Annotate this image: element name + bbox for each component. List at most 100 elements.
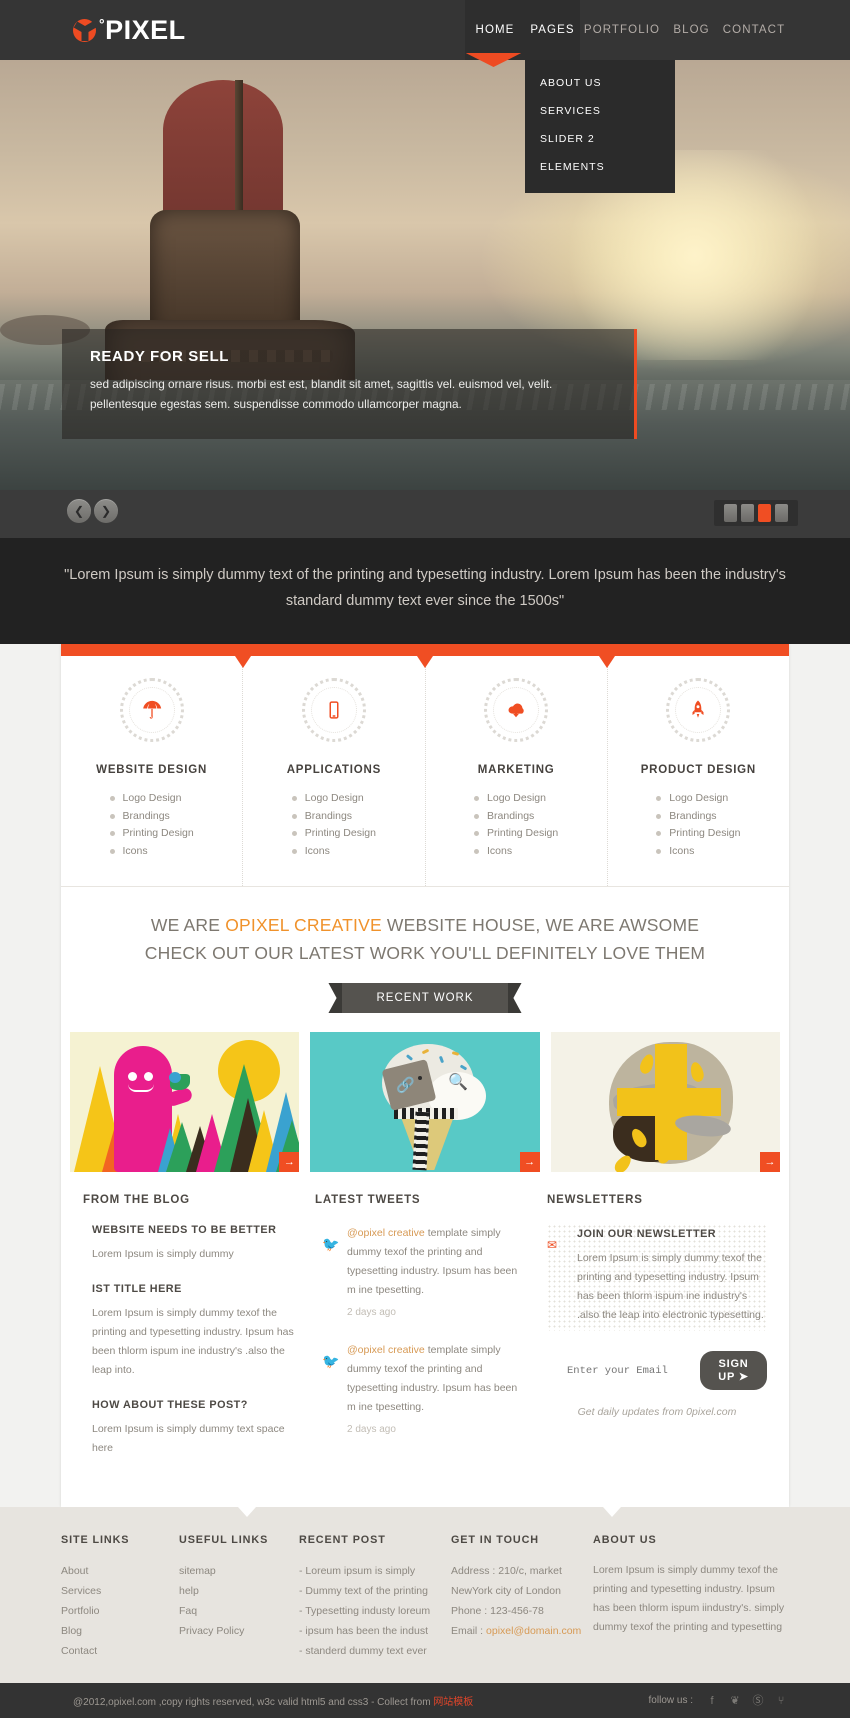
footer-phone: Phone : 123-456-78 <box>451 1605 544 1617</box>
portfolio-more-button[interactable]: → <box>519 1152 540 1172</box>
quote-text: "Lorem Ipsum is simply dummy text of the… <box>64 567 786 609</box>
magnifier-icon[interactable]: 🔍 <box>448 1072 468 1092</box>
blog-post[interactable]: WEBSITE NEEDS TO BE BETTER Lorem Ipsum i… <box>92 1224 295 1264</box>
service-list: Logo Design Brandings Printing Design Ic… <box>656 790 740 860</box>
portfolio-item-mountains[interactable]: → <box>70 1032 300 1172</box>
footer-link[interactable]: Contact <box>61 1641 179 1661</box>
headline-text: WE ARE OPIXEL CREATIVE WEBSITE HOUSE, WE… <box>121 911 729 967</box>
nav-item-contact[interactable]: CONTACT <box>719 0 789 60</box>
footer-column-useful-links: USEFUL LINKS sitemap help Faq Privacy Po… <box>179 1534 299 1661</box>
footer-link[interactable]: About <box>61 1561 179 1581</box>
service-list-item[interactable]: Logo Design <box>474 790 558 808</box>
tweet-item: 🐦 @opixel creative template simply dummy… <box>315 1341 527 1435</box>
service-card-product-design[interactable]: PRODUCT DESIGN Logo Design Brandings Pri… <box>608 656 789 886</box>
service-list-item[interactable]: Brandings <box>291 808 376 826</box>
stumbleupon-icon[interactable]: Ⓢ <box>751 1694 765 1708</box>
dropdown-item-about-us[interactable]: ABOUT US <box>525 69 675 97</box>
portfolio-grid: → 🔗 🔍 → → <box>61 1013 789 1172</box>
newsletter-box: ✉ JOIN OUR NEWSLETTER Lorem Ipsum is sim… <box>547 1224 767 1331</box>
service-list-item[interactable]: Logo Design <box>109 790 194 808</box>
portfolio-more-button[interactable]: → <box>279 1152 300 1172</box>
footer-link[interactable]: sitemap <box>179 1561 299 1581</box>
service-list-item[interactable]: Printing Design <box>656 825 740 843</box>
footer-link[interactable]: Services <box>61 1581 179 1601</box>
newsletter-email-input[interactable] <box>567 1364 700 1377</box>
slider-dot-1[interactable] <box>724 504 737 522</box>
service-list-item[interactable]: Logo Design <box>291 790 376 808</box>
nav-item-blog[interactable]: BLOG <box>664 0 719 60</box>
twitter-icon[interactable]: ❦ <box>728 1694 742 1708</box>
slider-dot-3-active[interactable] <box>758 504 771 522</box>
footer-link[interactable]: Privacy Policy <box>179 1621 299 1641</box>
blog-post-text: Lorem Ipsum is simply dummy text space h… <box>92 1423 285 1454</box>
copyright-bar: @2012,opixel.com ,copy rights reserved, … <box>0 1683 850 1718</box>
cloud-download-icon <box>484 678 549 742</box>
newsletter-section-title: NEWSLETTERS <box>547 1194 643 1206</box>
follow-us-label: follow us : <box>648 1695 693 1706</box>
chevron-right-icon[interactable]: ❯ <box>94 499 118 523</box>
service-list-item[interactable]: Printing Design <box>474 825 558 843</box>
service-list-item[interactable]: Icons <box>109 843 194 861</box>
blog-post-title[interactable]: WEBSITE NEEDS TO BE BETTER <box>92 1224 295 1236</box>
footer-link[interactable]: - Loreum ipsum is simply <box>299 1561 451 1581</box>
footer-column-get-in-touch: GET IN TOUCH Address : 210/c, market New… <box>451 1534 593 1661</box>
service-title: PRODUCT DESIGN <box>640 764 757 776</box>
blog-post-title[interactable]: IST TITLE HERE <box>92 1283 295 1295</box>
portfolio-item-abstract[interactable]: → <box>550 1032 780 1172</box>
slider-controls-bar: ❮ ❯ <box>0 490 850 538</box>
footer-link[interactable]: - standerd dummy text ever <box>299 1641 451 1661</box>
service-card-website-design[interactable]: WEBSITE DESIGN Logo Design Brandings Pri… <box>61 656 244 886</box>
footer-email-link[interactable]: opixel@domain.com <box>486 1625 581 1637</box>
tweet-text: @opixel creative template simply dummy t… <box>347 1341 527 1417</box>
service-list-item[interactable]: Printing Design <box>109 825 194 843</box>
footer-link[interactable]: Portfolio <box>61 1601 179 1621</box>
site-logo[interactable]: °PIXEL <box>73 16 186 44</box>
service-list-item[interactable]: Icons <box>474 843 558 861</box>
blog-post[interactable]: HOW ABOUT THESE POST? Lorem Ipsum is sim… <box>92 1399 295 1458</box>
slider-dot-2[interactable] <box>741 504 754 522</box>
nav-item-portfolio[interactable]: PORTFOLIO <box>580 0 664 60</box>
footer-link[interactable]: help <box>179 1581 299 1601</box>
blog-post-title[interactable]: HOW ABOUT THESE POST? <box>92 1399 295 1411</box>
dropdown-item-services[interactable]: SERVICES <box>525 97 675 125</box>
hero-caption-title: READY FOR SELL <box>90 348 229 365</box>
service-card-applications[interactable]: APPLICATIONS Logo Design Brandings Print… <box>243 656 426 886</box>
service-list-item[interactable]: Icons <box>291 843 376 861</box>
logo-text: °PIXEL <box>99 16 186 44</box>
footer-link[interactable]: - Dummy text of the printing <box>299 1581 451 1601</box>
service-list-item[interactable]: Icons <box>656 843 740 861</box>
service-list-item[interactable]: Brandings <box>474 808 558 826</box>
tweet-handle[interactable]: @opixel creative <box>347 1227 425 1239</box>
service-card-marketing[interactable]: MARKETING Logo Design Brandings Printing… <box>426 656 608 886</box>
dropdown-item-elements[interactable]: ELEMENTS <box>525 153 675 181</box>
link-icon[interactable]: 🔗 <box>396 1076 420 1094</box>
rss-icon[interactable]: ⑂ <box>774 1694 788 1708</box>
facebook-icon[interactable]: f <box>705 1694 719 1708</box>
copyright-link[interactable]: 网站模板 <box>433 1697 473 1708</box>
portfolio-item-ice-cream[interactable]: 🔗 🔍 → <box>310 1032 540 1172</box>
portfolio-more-button[interactable]: → <box>759 1152 780 1172</box>
footer-link[interactable]: - ipsum has been the indust <box>299 1621 451 1641</box>
service-list-item[interactable]: Printing Design <box>291 825 376 843</box>
newsletter-signup-button[interactable]: SIGN UP ➤ <box>700 1351 767 1390</box>
recent-work-button[interactable]: RECENT WORK <box>342 983 508 1013</box>
chevron-left-icon[interactable]: ❮ <box>67 499 91 523</box>
tweet-handle[interactable]: @opixel creative <box>347 1344 425 1356</box>
service-list-item[interactable]: Brandings <box>109 808 194 826</box>
site-header: °PIXEL HOME PAGES PORTFOLIO BLOG CONTACT <box>0 0 850 67</box>
nav-item-pages[interactable]: PAGES <box>525 0 580 60</box>
tweet-timestamp: 2 days ago <box>347 1307 396 1318</box>
hero-slider: READY FOR SELL sed adipiscing ornare ris… <box>0 60 850 490</box>
service-list-item[interactable]: Logo Design <box>656 790 740 808</box>
footer-link[interactable]: Blog <box>61 1621 179 1641</box>
dropdown-item-slider-2[interactable]: SLIDER 2 <box>525 125 675 153</box>
footer-link[interactable]: Faq <box>179 1601 299 1621</box>
main-content-card: WEBSITE DESIGN Logo Design Brandings Pri… <box>61 644 789 1507</box>
blog-post[interactable]: IST TITLE HERE Lorem Ipsum is simply dum… <box>92 1283 295 1380</box>
rocket-icon <box>666 678 731 742</box>
slider-dot-4[interactable] <box>775 504 788 522</box>
nav-item-home[interactable]: HOME <box>465 0 525 60</box>
newsletters-column: NEWSLETTERS ✉ JOIN OUR NEWSLETTER Lorem … <box>537 1194 777 1477</box>
footer-link[interactable]: - Typesetting industy loreum <box>299 1601 451 1621</box>
service-list-item[interactable]: Brandings <box>656 808 740 826</box>
